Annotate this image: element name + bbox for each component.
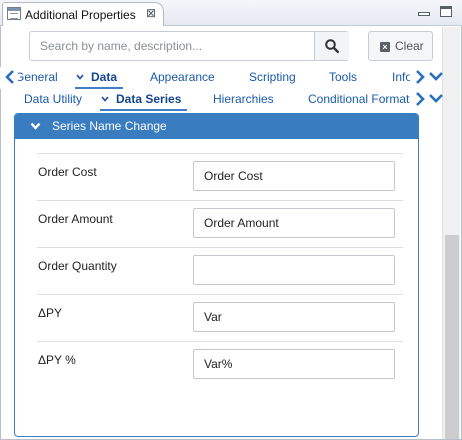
chevron-right-icon[interactable]	[413, 91, 427, 107]
search-input[interactable]	[30, 32, 314, 60]
field-label: Order Quantity	[38, 259, 117, 273]
minimize-icon[interactable]	[418, 12, 430, 16]
field-row: Order Amount	[37, 200, 403, 247]
clear-label: Clear	[395, 39, 424, 53]
tab-scroll-controls	[410, 67, 444, 89]
field-row: Order Quantity	[37, 247, 403, 294]
field-row: Order Cost	[37, 153, 403, 200]
main-tab-bar: General Data Appearance Scripting Tools …	[0, 67, 444, 89]
field-row: ΔPY %	[37, 341, 403, 388]
series-name-input[interactable]	[193, 161, 395, 191]
section-title: Series Name Change	[52, 119, 167, 133]
vertical-scrollbar[interactable]	[442, 27, 460, 439]
chevron-down-icon[interactable]	[428, 69, 444, 85]
chevron-right-icon[interactable]	[413, 69, 427, 85]
field-row: ΔPY	[37, 294, 403, 341]
view-tab-additional-properties[interactable]: Additional Properties ⊠	[2, 2, 164, 27]
maximize-icon[interactable]	[440, 6, 452, 17]
tab-data-utility[interactable]: Data Utility	[24, 92, 82, 106]
field-label: ΔPY	[38, 306, 63, 320]
close-icon[interactable]: ⊠	[144, 6, 158, 20]
search-button[interactable]	[314, 32, 349, 60]
view-title-bar: Additional Properties ⊠	[0, 0, 462, 27]
chevron-left-icon	[5, 70, 14, 84]
subtab-scroll-controls	[410, 89, 444, 111]
field-label: Order Amount	[38, 212, 113, 226]
chevron-down-icon	[101, 96, 109, 102]
tab-hierarchies[interactable]: Hierarchies	[213, 92, 274, 106]
tab-general[interactable]: General	[15, 70, 58, 84]
properties-view-icon	[7, 7, 21, 20]
tab-tools[interactable]: Tools	[329, 70, 357, 84]
tab-data[interactable]: Data	[74, 70, 124, 89]
tab-data-series[interactable]: Data Series	[99, 92, 188, 111]
series-name-input[interactable]	[193, 255, 395, 285]
tab-info[interactable]: Info	[392, 70, 412, 84]
scrollbar-thumb[interactable]	[445, 235, 459, 439]
section-header[interactable]: Series Name Change	[15, 114, 418, 139]
sub-tab-bar: Data Utility Data Series Hierarchies Con…	[0, 89, 444, 111]
clear-icon: ×	[380, 42, 390, 52]
view-title: Additional Properties	[25, 8, 136, 22]
tab-appearance[interactable]: Appearance	[150, 70, 215, 84]
chevron-down-icon[interactable]	[428, 91, 444, 107]
series-name-input[interactable]	[193, 302, 395, 332]
field-label: ΔPY %	[38, 353, 76, 367]
clear-button[interactable]: × Clear	[368, 31, 433, 61]
chevron-down-icon	[30, 122, 41, 130]
series-name-input[interactable]	[193, 208, 395, 238]
chevron-down-icon	[76, 74, 84, 80]
field-label: Order Cost	[38, 165, 97, 179]
search-box	[29, 31, 349, 61]
series-name-change-section: Series Name Change Order Cost Order Amou…	[14, 113, 419, 437]
series-name-input[interactable]	[193, 349, 395, 379]
search-icon	[325, 39, 339, 53]
tab-scripting[interactable]: Scripting	[249, 70, 296, 84]
tab-scroll-left[interactable]	[0, 67, 18, 89]
